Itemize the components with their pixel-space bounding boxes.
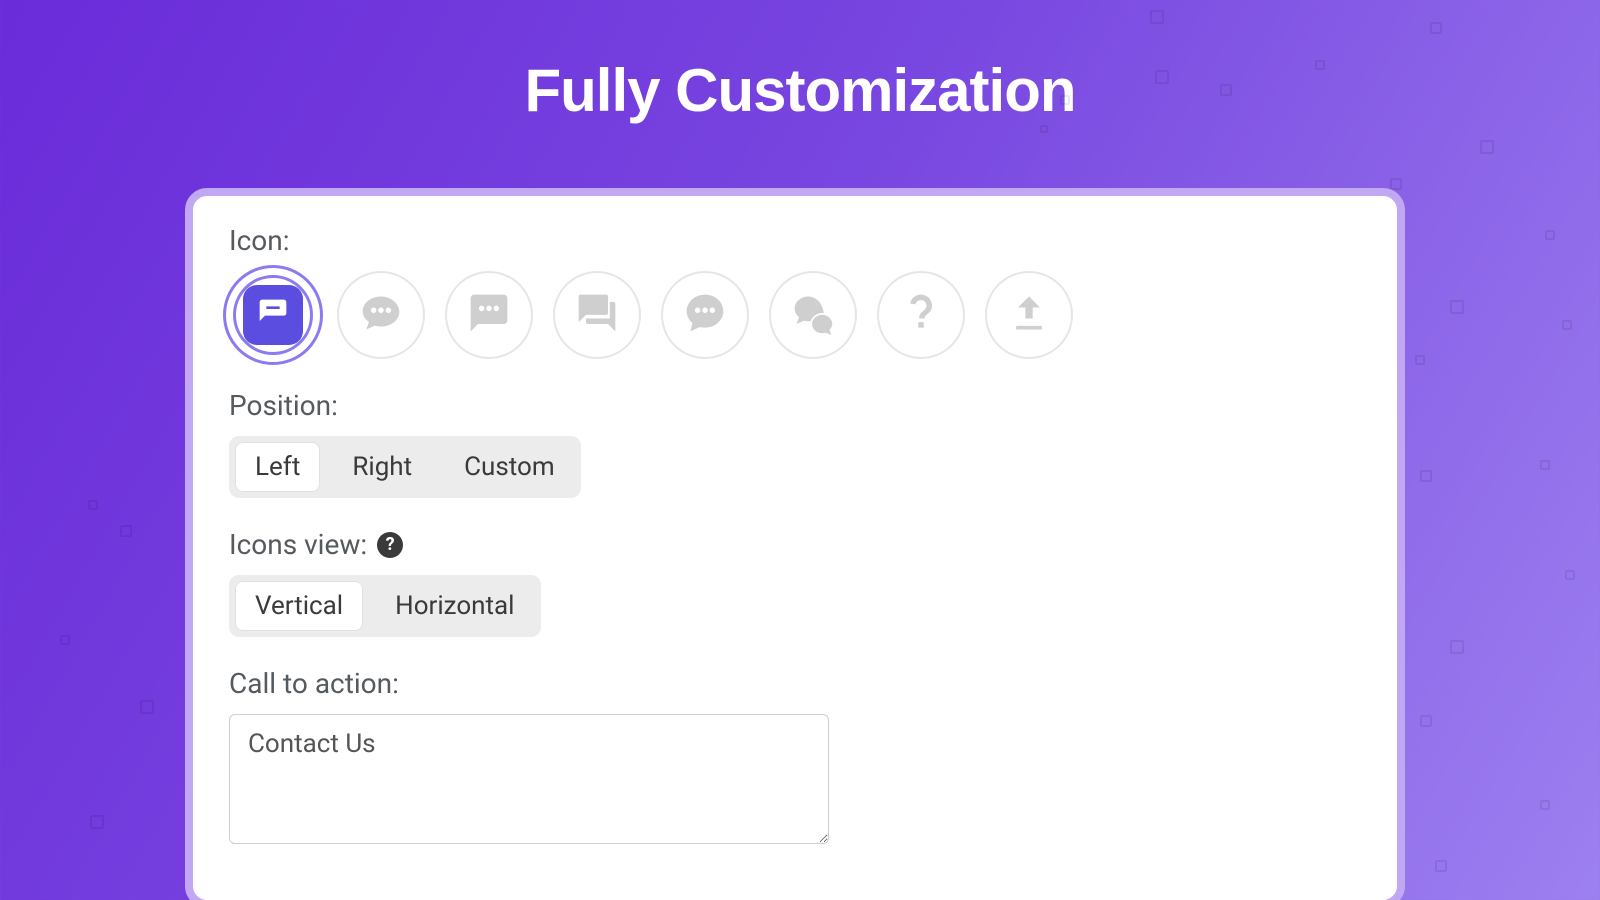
chat-bubble-dots-solid-icon	[467, 291, 511, 339]
icons-view-option-vertical[interactable]: Vertical	[235, 581, 363, 631]
position-option-right[interactable]: Right	[326, 436, 438, 498]
icons-view-segmented: Vertical Horizontal	[229, 575, 541, 637]
page-title: Fully Customization	[0, 0, 1600, 125]
icon-choice-chat-pair[interactable]	[769, 271, 857, 359]
icon-choice-chat-stack[interactable]	[553, 271, 641, 359]
icons-view-option-horizontal[interactable]: Horizontal	[369, 575, 540, 637]
position-segmented: Left Right Custom	[229, 436, 581, 498]
icon-choice-upload[interactable]	[985, 271, 1073, 359]
chat-pair-icon	[791, 291, 835, 339]
chat-bubbles-stack-icon	[575, 291, 619, 339]
icons-view-label-text: Icons view:	[229, 528, 367, 561]
cta-textarea[interactable]	[229, 714, 829, 844]
icon-choice-question[interactable]	[877, 271, 965, 359]
position-option-left[interactable]: Left	[235, 442, 320, 492]
chat-bubble-lines-icon	[257, 297, 289, 333]
icon-choice-row	[229, 271, 1361, 359]
upload-icon	[1007, 291, 1051, 339]
help-icon[interactable]: ?	[377, 532, 403, 558]
icon-choice-chat-dots-outline[interactable]	[337, 271, 425, 359]
position-label: Position:	[229, 389, 1361, 422]
question-mark-icon	[899, 291, 943, 339]
chat-bubble-dots-outline-icon	[359, 291, 403, 339]
icon-label: Icon:	[229, 224, 1361, 257]
position-option-custom[interactable]: Custom	[438, 436, 581, 498]
icons-view-label: Icons view: ?	[229, 528, 1361, 561]
chat-round-dots-icon	[683, 291, 727, 339]
icon-choice-chat-lines[interactable]	[229, 271, 317, 359]
settings-card: Icon:	[185, 188, 1405, 900]
icon-choice-chat-round-dots[interactable]	[661, 271, 749, 359]
cta-label: Call to action:	[229, 667, 1361, 700]
icon-choice-chat-dots-solid[interactable]	[445, 271, 533, 359]
